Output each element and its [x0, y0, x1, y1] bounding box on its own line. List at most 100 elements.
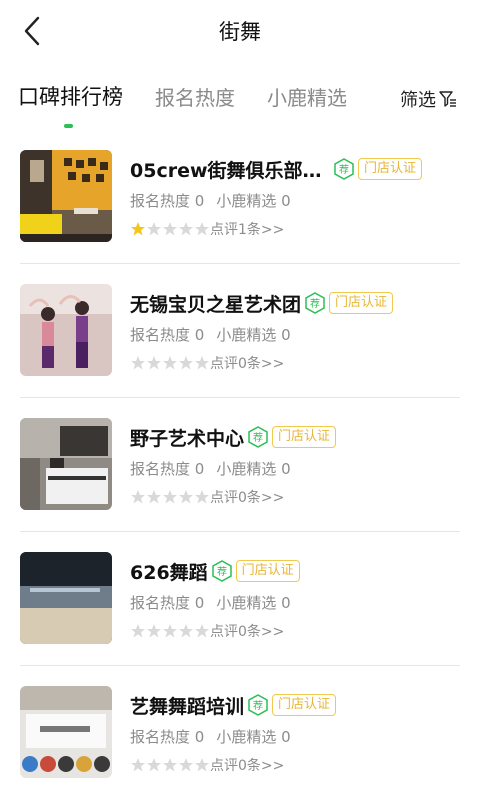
filter-button[interactable]: 筛选 — [400, 86, 458, 112]
store-name[interactable]: 野子艺术中心 — [130, 424, 244, 451]
star-icon — [195, 490, 209, 504]
star-icon — [195, 624, 209, 638]
store-thumbnail — [20, 418, 112, 510]
star-icon — [179, 356, 193, 370]
star-icon — [163, 490, 177, 504]
signup-popularity: 报名热度 0 — [130, 594, 205, 612]
deer-picks-count: 小鹿精选 0 — [216, 460, 291, 478]
list-item[interactable]: 无锡宝贝之星艺术团 荐 门店认证 报名热度 0 小鹿精选 0 点评0条>> — [0, 274, 480, 408]
divider — [20, 531, 460, 532]
store-stats: 报名热度 0 小鹿精选 0 — [130, 190, 460, 211]
star-rating — [130, 489, 210, 505]
star-icon — [179, 758, 193, 772]
active-tab-indicator — [64, 124, 73, 128]
store-thumbnail — [20, 552, 112, 644]
list-item[interactable]: 野子艺术中心 荐 门店认证 报名热度 0 小鹿精选 0 点评0条>> — [0, 408, 480, 542]
store-thumbnail — [20, 284, 112, 376]
deer-picks-count: 小鹿精选 0 — [216, 326, 291, 344]
store-name[interactable]: 626舞蹈 — [130, 558, 208, 585]
store-certified-badge: 门店认证 — [272, 426, 337, 448]
filter-label: 筛选 — [400, 90, 436, 111]
store-stats: 报名热度 0 小鹿精选 0 — [130, 458, 460, 479]
star-icon — [179, 490, 193, 504]
store-thumbnail — [20, 686, 112, 778]
svg-text:荐: 荐 — [339, 164, 349, 176]
star-icon — [131, 758, 145, 772]
star-icon — [131, 624, 145, 638]
tab-signup-popularity[interactable]: 报名热度 — [155, 82, 235, 111]
list-item[interactable]: 626舞蹈 荐 门店认证 报名热度 0 小鹿精选 0 点评0条>> — [0, 542, 480, 676]
signup-popularity: 报名热度 0 — [130, 326, 205, 344]
star-icon — [147, 624, 161, 638]
top-bar: 街舞 — [0, 0, 480, 62]
deer-picks-count: 小鹿精选 0 — [216, 192, 291, 210]
star-rating — [130, 355, 210, 371]
rating-row: 点评0条>> — [130, 487, 460, 507]
divider — [20, 397, 460, 398]
star-icon — [195, 222, 209, 236]
filter-icon — [439, 91, 456, 107]
store-certified-badge: 门店认证 — [235, 560, 300, 582]
star-rating — [130, 221, 210, 237]
store-name[interactable]: 无锡宝贝之星艺术团 — [130, 290, 301, 317]
star-icon — [131, 490, 145, 504]
list-item[interactable]: 05crew街舞俱乐部(大... 荐 门店认证 报名热度 0 小鹿精选 0 点评1… — [0, 140, 480, 274]
rating-row: 点评1条>> — [130, 219, 460, 239]
store-certified-badge: 门店认证 — [358, 158, 423, 180]
store-info: 野子艺术中心 荐 门店认证 报名热度 0 小鹿精选 0 点评0条>> — [130, 422, 460, 507]
star-icon — [195, 356, 209, 370]
review-link[interactable]: 点评0条>> — [210, 487, 284, 507]
store-info: 无锡宝贝之星艺术团 荐 门店认证 报名热度 0 小鹿精选 0 点评0条>> — [130, 288, 460, 373]
star-icon — [163, 758, 177, 772]
store-list: 05crew街舞俱乐部(大... 荐 门店认证 报名热度 0 小鹿精选 0 点评1… — [0, 140, 480, 810]
star-icon — [131, 356, 145, 370]
star-icon — [195, 758, 209, 772]
page-title: 街舞 — [219, 20, 261, 44]
deer-picks-count: 小鹿精选 0 — [216, 728, 291, 746]
divider — [20, 665, 460, 666]
review-link[interactable]: 点评0条>> — [210, 621, 284, 641]
store-name[interactable]: 05crew街舞俱乐部(大... — [130, 156, 330, 183]
star-icon — [163, 624, 177, 638]
recommended-badge-icon: 荐 — [211, 560, 232, 582]
store-stats: 报名热度 0 小鹿精选 0 — [130, 324, 460, 345]
store-info: 626舞蹈 荐 门店认证 报名热度 0 小鹿精选 0 点评0条>> — [130, 556, 460, 641]
recommended-badge-icon: 荐 — [305, 292, 325, 314]
review-link[interactable]: 点评0条>> — [210, 353, 284, 373]
star-icon — [147, 758, 161, 772]
svg-text:荐: 荐 — [253, 700, 263, 712]
review-link[interactable]: 点评1条>> — [210, 219, 284, 239]
store-thumbnail — [20, 150, 112, 242]
store-certified-badge: 门店认证 — [329, 292, 394, 314]
signup-popularity: 报名热度 0 — [130, 192, 205, 210]
star-rating — [130, 623, 210, 639]
rating-row: 点评0条>> — [130, 755, 460, 775]
star-icon — [131, 222, 145, 236]
rating-row: 点评0条>> — [130, 621, 460, 641]
star-icon — [179, 624, 193, 638]
store-info: 艺舞舞蹈培训 荐 门店认证 报名热度 0 小鹿精选 0 点评0条>> — [130, 690, 460, 775]
store-name[interactable]: 艺舞舞蹈培训 — [130, 692, 244, 719]
star-icon — [147, 490, 161, 504]
star-icon — [163, 222, 177, 236]
star-icon — [163, 356, 177, 370]
star-icon — [147, 356, 161, 370]
store-certified-badge: 门店认证 — [272, 694, 337, 716]
svg-text:荐: 荐 — [253, 432, 263, 444]
store-stats: 报名热度 0 小鹿精选 0 — [130, 592, 460, 613]
recommended-badge-icon: 荐 — [248, 694, 268, 716]
tab-reputation-ranking[interactable]: 口碑排行榜 — [18, 81, 123, 111]
tab-deer-picks[interactable]: 小鹿精选 — [267, 82, 347, 111]
rating-row: 点评0条>> — [130, 353, 460, 373]
recommended-badge-icon: 荐 — [248, 426, 268, 448]
divider — [20, 263, 460, 264]
recommended-badge-icon: 荐 — [334, 158, 354, 180]
signup-popularity: 报名热度 0 — [130, 460, 205, 478]
review-link[interactable]: 点评0条>> — [210, 755, 284, 775]
list-item[interactable]: 艺舞舞蹈培训 荐 门店认证 报名热度 0 小鹿精选 0 点评0条>> — [0, 676, 480, 810]
svg-text:荐: 荐 — [310, 298, 320, 310]
tab-bar: 口碑排行榜 报名热度 小鹿精选 筛选 — [0, 74, 480, 128]
star-rating — [130, 757, 210, 773]
store-stats: 报名热度 0 小鹿精选 0 — [130, 726, 460, 747]
deer-picks-count: 小鹿精选 0 — [216, 594, 291, 612]
